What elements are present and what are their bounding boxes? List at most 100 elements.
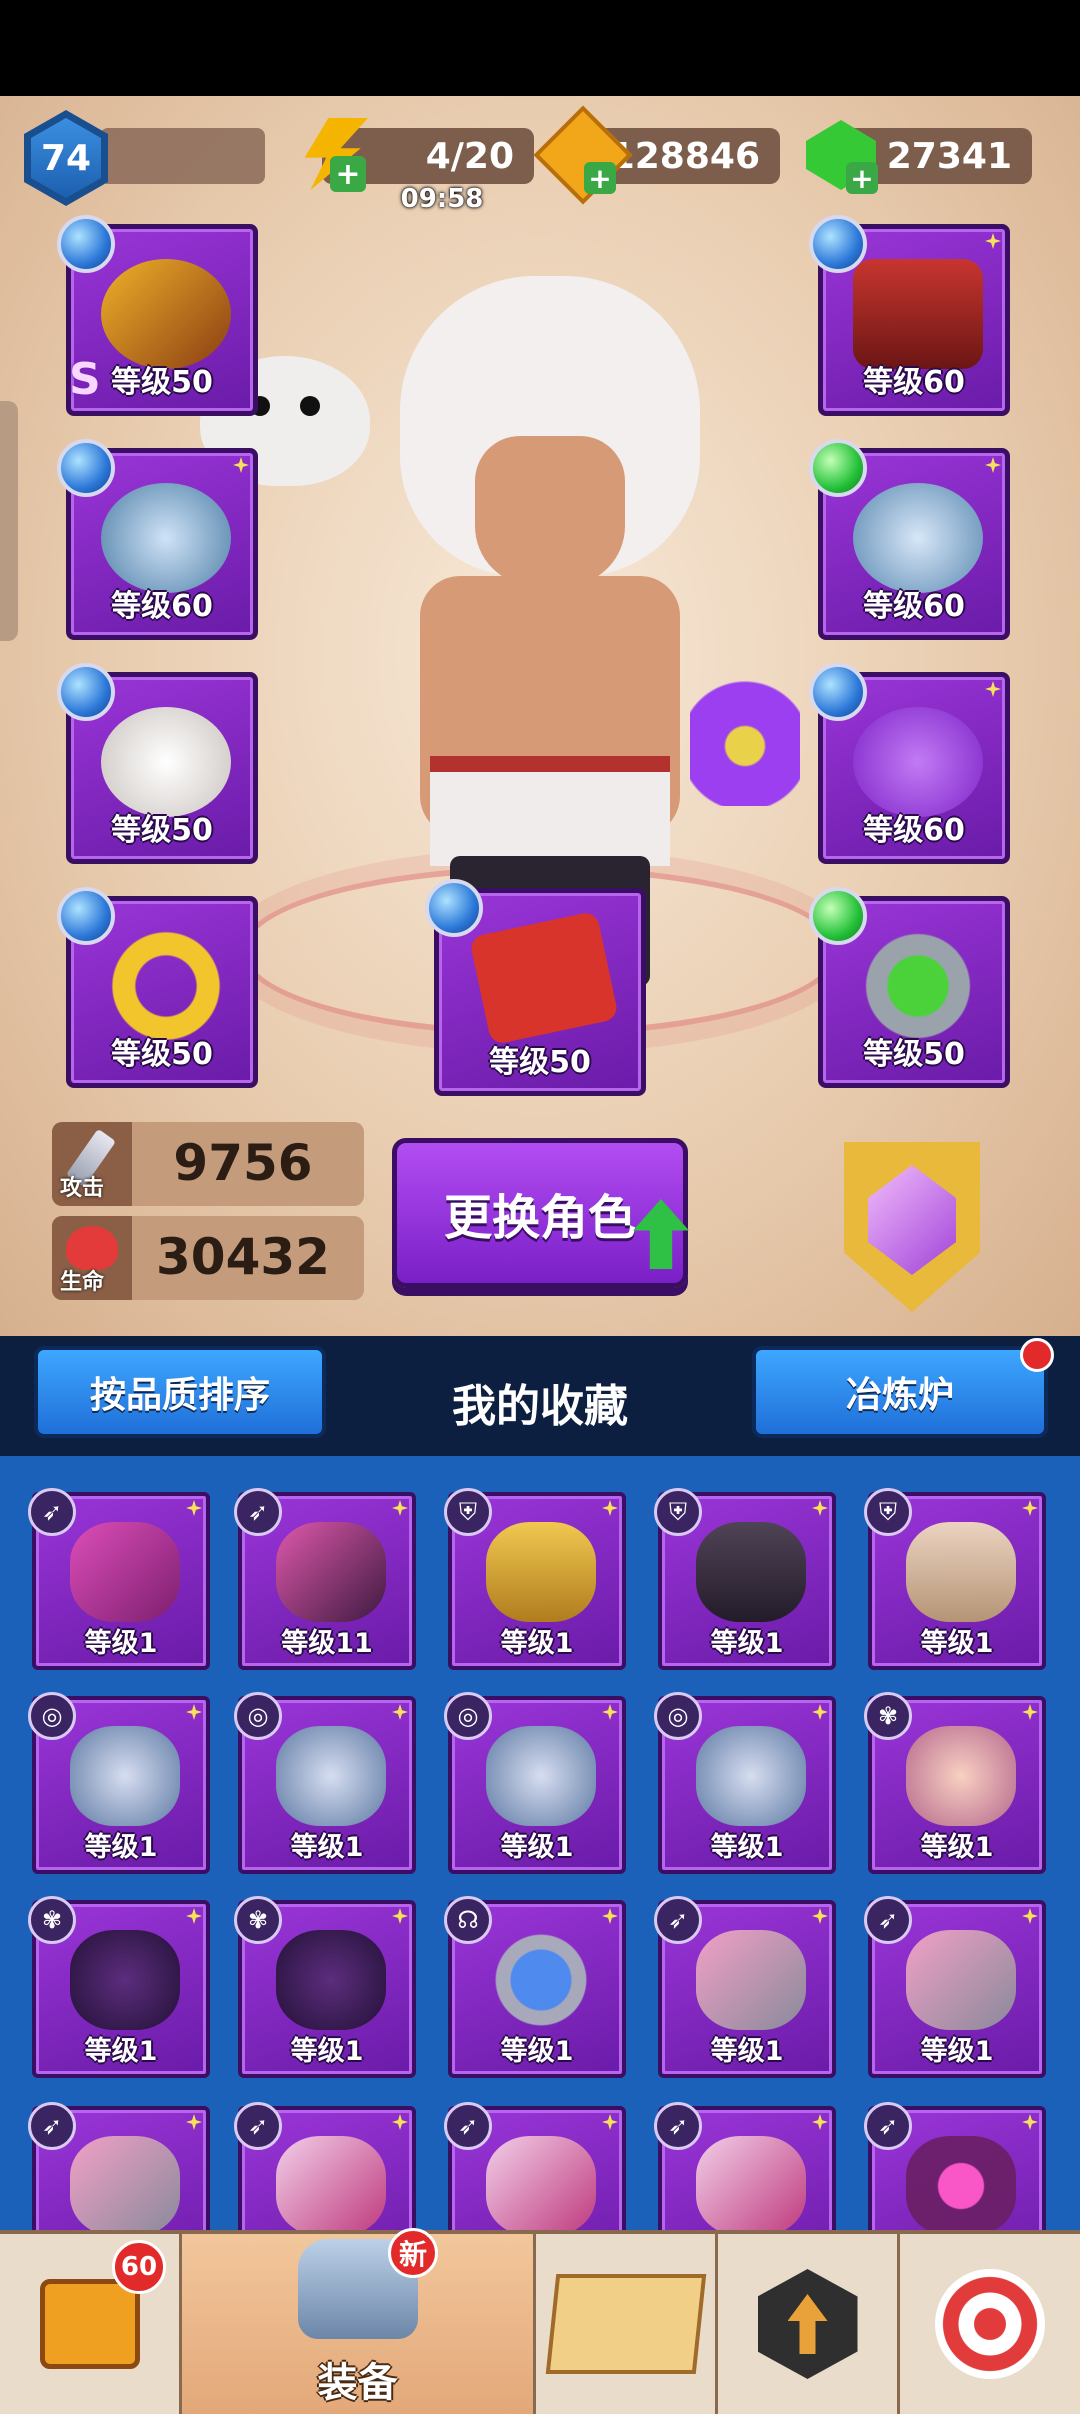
collection-item[interactable]: ➶ xyxy=(234,2102,416,2230)
star-icon xyxy=(602,1500,618,1516)
energy-plus-icon[interactable]: + xyxy=(330,156,366,192)
bottom-nav: 60 新 装备 xyxy=(0,2228,1080,2414)
ring-type-icon: ◎ xyxy=(234,1692,282,1740)
quality-orb-icon xyxy=(809,663,867,721)
hp-label: 生命 xyxy=(60,1270,105,1295)
wolf-ring-icon xyxy=(276,1726,386,1826)
equip-slot-amulet[interactable]: 等级50 xyxy=(809,887,1010,1088)
bow-type-icon: ➶ xyxy=(864,1896,912,1944)
star-icon xyxy=(1022,1500,1038,1516)
switch-hero-button[interactable]: 更换角色 xyxy=(392,1138,689,1288)
item-level: 等级1 xyxy=(920,1628,994,1659)
sort-by-quality-button[interactable]: 按品质排序 xyxy=(34,1346,326,1438)
pink-sword-icon xyxy=(70,2136,180,2230)
switch-hero-label: 更换角色 xyxy=(443,1190,636,1246)
star-icon xyxy=(1022,1704,1038,1720)
pink-staff-icon xyxy=(486,2136,596,2230)
collection-item[interactable]: ⛨ 等级1 xyxy=(654,1488,836,1670)
pet-type-icon: ✾ xyxy=(28,1896,76,1944)
item-level: 等级1 xyxy=(84,1628,158,1659)
flame-pet-companion-icon xyxy=(690,656,800,806)
bow-type-icon: ➶ xyxy=(234,2102,282,2150)
smelter-button[interactable]: 冶炼炉 xyxy=(752,1338,1054,1438)
equip-slot-weapon[interactable]: S 等级50 xyxy=(57,215,258,416)
collection-item[interactable]: ➶ xyxy=(654,2102,836,2230)
star-icon xyxy=(186,1704,202,1720)
item-level: 等级1 xyxy=(290,2036,364,2067)
tab-equipment[interactable]: 新 装备 xyxy=(182,2228,536,2414)
side-drawer-handle[interactable] xyxy=(0,401,18,641)
item-level: 等级11 xyxy=(281,1628,373,1659)
collection-item[interactable]: ✾ 等级1 xyxy=(864,1692,1046,1874)
collection-item[interactable]: ⛨ 等级1 xyxy=(444,1488,626,1670)
collection-item[interactable]: ➶ xyxy=(28,2102,210,2230)
collection-item[interactable]: ◎ 等级1 xyxy=(444,1692,626,1874)
equip-slot-ring-2[interactable]: 等级50 xyxy=(57,887,258,1088)
tab-shop[interactable]: 60 xyxy=(0,2234,182,2414)
star-icon xyxy=(812,1908,828,1924)
collection-item[interactable]: ◎ 等级1 xyxy=(234,1692,416,1874)
collection-item[interactable]: ✾ 等级1 xyxy=(28,1896,210,2078)
collection-item[interactable]: ⛨ 等级1 xyxy=(864,1488,1046,1670)
rank-shield-button[interactable] xyxy=(844,1142,980,1312)
attack-icon-box: 攻击 xyxy=(52,1122,132,1206)
collection-item[interactable]: ➶ 等级1 xyxy=(864,1896,1046,2078)
notification-dot xyxy=(1020,1338,1054,1372)
collection-item[interactable]: ✾ 等级1 xyxy=(234,1896,416,2078)
collection-item[interactable]: ➶ xyxy=(864,2102,1046,2230)
slot-level: 等级60 xyxy=(863,589,965,624)
star-icon xyxy=(812,2114,828,2130)
collection-item[interactable]: ➶ xyxy=(444,2102,626,2230)
star-icon xyxy=(392,1908,408,1924)
eagle-amulet-icon xyxy=(486,1930,596,2030)
attack-stat: 攻击 9756 xyxy=(52,1122,364,1206)
pendant-icon xyxy=(853,931,983,1041)
player-level-badge[interactable]: 74 xyxy=(24,110,108,206)
slot-level: 等级50 xyxy=(863,1037,965,1072)
collection-item[interactable]: ➶ 等级1 xyxy=(654,1896,836,2078)
flame-pet-icon xyxy=(853,707,983,817)
equip-slot-ring-1[interactable]: 等级60 xyxy=(57,439,258,640)
scythe-bow-icon xyxy=(276,1522,386,1622)
ring-type-icon: ◎ xyxy=(444,1692,492,1740)
owl-pet-icon xyxy=(101,707,231,817)
collection-item[interactable]: ◎ 等级1 xyxy=(654,1692,836,1874)
energy-value: 4/20 xyxy=(425,135,514,177)
spellbook-icon xyxy=(468,910,620,1046)
collection-header: 按品质排序 我的收藏 冶炼炉 xyxy=(0,1336,1080,1456)
item-grid: ➶ 等级1 ➶ 等级11 ⛨ 等级1 ⛨ 等级1 ⛨ 等级1 ◎ 等级1 ◎ 等级1 ◎ 等级1 ◎ 等级1 ✾ 等级… xyxy=(0,1456,1080,2230)
attack-label: 攻击 xyxy=(60,1176,105,1201)
collection-item[interactable]: ☊ 等级1 xyxy=(444,1896,626,2078)
star-icon xyxy=(186,2114,202,2130)
coin-value: 128846 xyxy=(609,135,760,177)
star-icon xyxy=(186,1500,202,1516)
bow-type-icon: ➶ xyxy=(28,2102,76,2150)
reaper-pet-icon xyxy=(276,1930,386,2030)
equip-slot-spellbook[interactable]: 等级50 xyxy=(425,879,646,1096)
equip-slot-pet-2[interactable]: 等级60 xyxy=(809,663,1010,864)
collection-item[interactable]: ◎ 等级1 xyxy=(28,1692,210,1874)
tab-map[interactable] xyxy=(536,2234,718,2414)
gem-plus-icon[interactable]: + xyxy=(846,162,878,195)
equip-slot-armor[interactable]: 等级60 xyxy=(809,215,1010,416)
coin-plus-icon[interactable]: + xyxy=(584,162,616,195)
top-resource-bar: 74 4/20 + 09:58 128846 + 27341 + xyxy=(0,96,1080,214)
armor-type-icon: ⛨ xyxy=(444,1488,492,1536)
hp-stat: 生命 30432 xyxy=(52,1216,364,1300)
equip-slot-ring-3[interactable]: 等级60 xyxy=(809,439,1010,640)
collection-item[interactable]: ➶ 等级1 xyxy=(28,1488,210,1670)
collection-item[interactable]: ➶ 等级11 xyxy=(234,1488,416,1670)
quality-orb-icon xyxy=(57,215,115,273)
quality-orb-icon xyxy=(425,879,483,937)
quality-orb-icon xyxy=(809,887,867,945)
tab-upgrade[interactable] xyxy=(718,2234,900,2414)
star-icon xyxy=(602,1704,618,1720)
equip-slot-pet-1[interactable]: 等级50 xyxy=(57,663,258,864)
item-level: 等级1 xyxy=(710,2036,784,2067)
star-icon xyxy=(602,2114,618,2130)
slot-level: 等级50 xyxy=(111,365,213,400)
ring-type-icon: ◎ xyxy=(28,1692,76,1740)
item-level: 等级1 xyxy=(920,1832,994,1863)
wolf-ring-icon xyxy=(853,483,983,593)
tab-challenge[interactable] xyxy=(900,2234,1080,2414)
